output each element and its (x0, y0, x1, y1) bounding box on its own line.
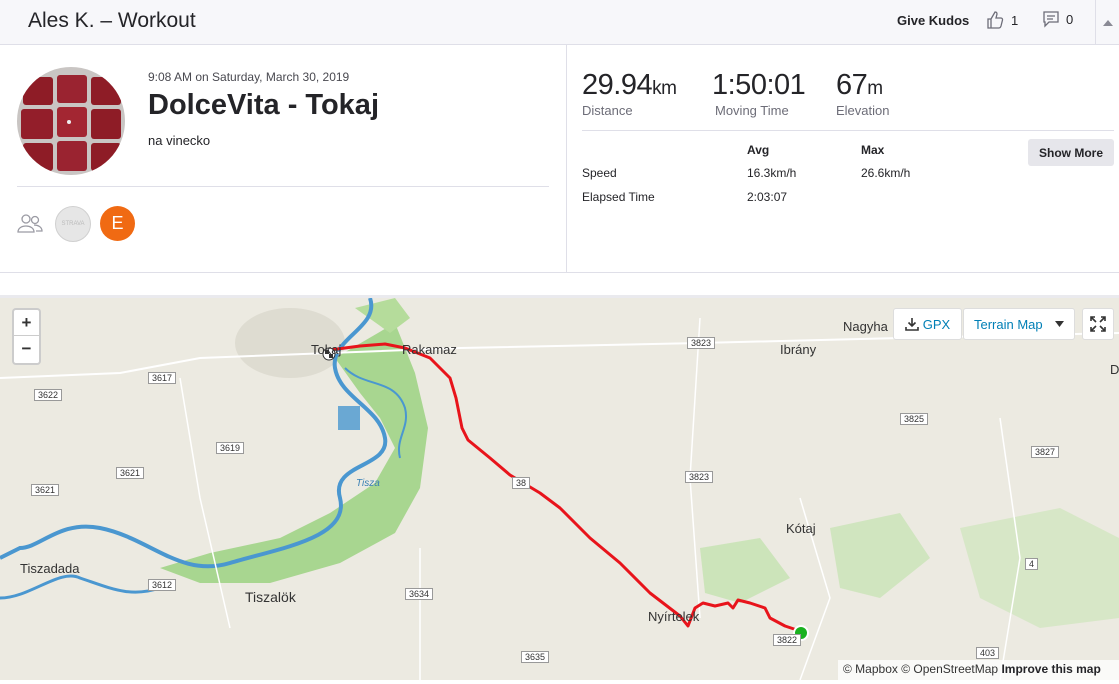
activity-datetime: 9:08 AM on Saturday, March 30, 2019 (148, 70, 350, 84)
gpx-download-button[interactable]: GPX (893, 308, 962, 340)
road-shield: 38 (512, 477, 531, 489)
elevation-value: 67 (836, 69, 868, 101)
give-kudos-button[interactable]: Give Kudos (897, 13, 969, 28)
road-shield: 3822 (773, 634, 802, 646)
avatar-image (17, 67, 125, 175)
place-label: D (1110, 362, 1119, 377)
road-shield: 3621 (31, 484, 60, 496)
place-label: Rakamaz (402, 342, 457, 357)
collapse-button[interactable] (1095, 0, 1119, 45)
divider (582, 130, 1114, 131)
activity-description: na vinecko (148, 133, 211, 148)
place-label: Nyírtelek (648, 609, 700, 624)
club-badge-text: STRAVA (61, 221, 85, 227)
moving-time-stat: 1:50:01 Moving Time (712, 69, 806, 118)
comment-count: 0 (1066, 11, 1074, 27)
river-label: Tisza (356, 478, 380, 489)
elevation-unit: m (867, 78, 883, 99)
moving-time-label: Moving Time (715, 103, 789, 118)
stats-panel: 29.94km Distance 1:50:01 Moving Time 67m… (567, 45, 1119, 273)
road-shield: 3827 (1031, 446, 1060, 458)
moving-time-value: 1:50:01 (712, 69, 806, 101)
thumbs-up-icon (987, 11, 1004, 29)
improve-map-link[interactable]: Improve this map (1001, 662, 1100, 676)
athlete-initial: E (111, 213, 124, 233)
activity-summary: 9:08 AM on Saturday, March 30, 2019 Dolc… (0, 45, 567, 273)
place-label: Tokaj (311, 342, 342, 357)
avg-header: Avg (747, 143, 770, 157)
athlete-avatar[interactable] (17, 67, 125, 175)
fullscreen-icon (1090, 316, 1106, 332)
top-bar: Ales K. – Workout Give Kudos 1 0 (0, 0, 1119, 45)
elapsed-label: Elapsed Time (582, 190, 655, 204)
road-shield: 3634 (405, 588, 434, 600)
map-attribution: © Mapbox © OpenStreetMap Improve this ma… (838, 660, 1119, 680)
place-label: Tiszalök (245, 589, 296, 605)
zoom-out-button[interactable]: − (14, 336, 39, 362)
road-shield: 403 (976, 647, 1000, 659)
road-shield: 4 (1025, 558, 1039, 570)
download-icon (904, 318, 919, 331)
max-header: Max (861, 143, 885, 157)
page-bottom (0, 680, 1119, 684)
road-shield: 3619 (216, 442, 245, 454)
comment-icon (1043, 11, 1059, 28)
map-type-label: Terrain Map (974, 316, 1043, 332)
athlete-avatar-e[interactable]: E (100, 206, 135, 241)
road-shield: 3617 (148, 372, 177, 384)
osm-link[interactable]: © OpenStreetMap (901, 662, 998, 676)
lake (338, 406, 360, 430)
group-activity-icon (17, 213, 43, 240)
elevation-label: Elevation (836, 103, 890, 118)
place-label: Kótaj (786, 521, 816, 536)
distance-unit: km (652, 78, 677, 99)
zoom-control: + − (12, 308, 41, 365)
show-more-button[interactable]: Show More (1028, 139, 1114, 166)
activity-name: DolceVita - Tokaj (148, 89, 379, 121)
distance-value: 29.94 (582, 69, 653, 101)
comment-count-button[interactable]: 0 (1042, 10, 1073, 28)
road-shield: 3823 (687, 337, 716, 349)
club-avatar[interactable]: STRAVA (55, 206, 91, 242)
zoom-in-button[interactable]: + (14, 310, 39, 336)
road-shield: 3621 (116, 467, 145, 479)
road-shield: 3612 (148, 579, 177, 591)
place-label: Tiszadada (20, 561, 80, 576)
place-label: Ibrány (780, 342, 817, 357)
caret-down-icon (1055, 321, 1064, 327)
road-shield: 3825 (900, 413, 929, 425)
distance-stat: 29.94km Distance (582, 69, 677, 118)
speed-avg: 16.3km/h (747, 166, 797, 180)
mapbox-link[interactable]: © Mapbox (843, 662, 898, 676)
caret-up-icon (1102, 19, 1113, 26)
place-label: Nagyha (843, 319, 888, 334)
map-canvas[interactable] (0, 298, 1119, 680)
kudos-count-button[interactable]: 1 (985, 10, 1018, 30)
road-shield: 3622 (34, 389, 63, 401)
speed-max: 26.6km/h (861, 166, 911, 180)
road-shield: 3635 (521, 651, 550, 663)
divider (17, 186, 549, 187)
map-type-select[interactable]: Terrain Map (963, 308, 1075, 340)
speed-label: Speed (582, 166, 617, 180)
gpx-label: GPX (922, 316, 951, 332)
page-title: Ales K. – Workout (28, 9, 196, 32)
route-map[interactable]: Tokaj Rakamaz Nagyha Ibrány Kótaj Tiszad… (0, 298, 1119, 680)
kudos-count: 1 (1011, 12, 1019, 28)
fullscreen-button[interactable] (1082, 308, 1114, 340)
road-shield: 3823 (685, 471, 714, 483)
distance-label: Distance (582, 103, 633, 118)
elevation-stat: 67m Elevation (836, 69, 889, 118)
elapsed-value: 2:03:07 (747, 190, 788, 204)
